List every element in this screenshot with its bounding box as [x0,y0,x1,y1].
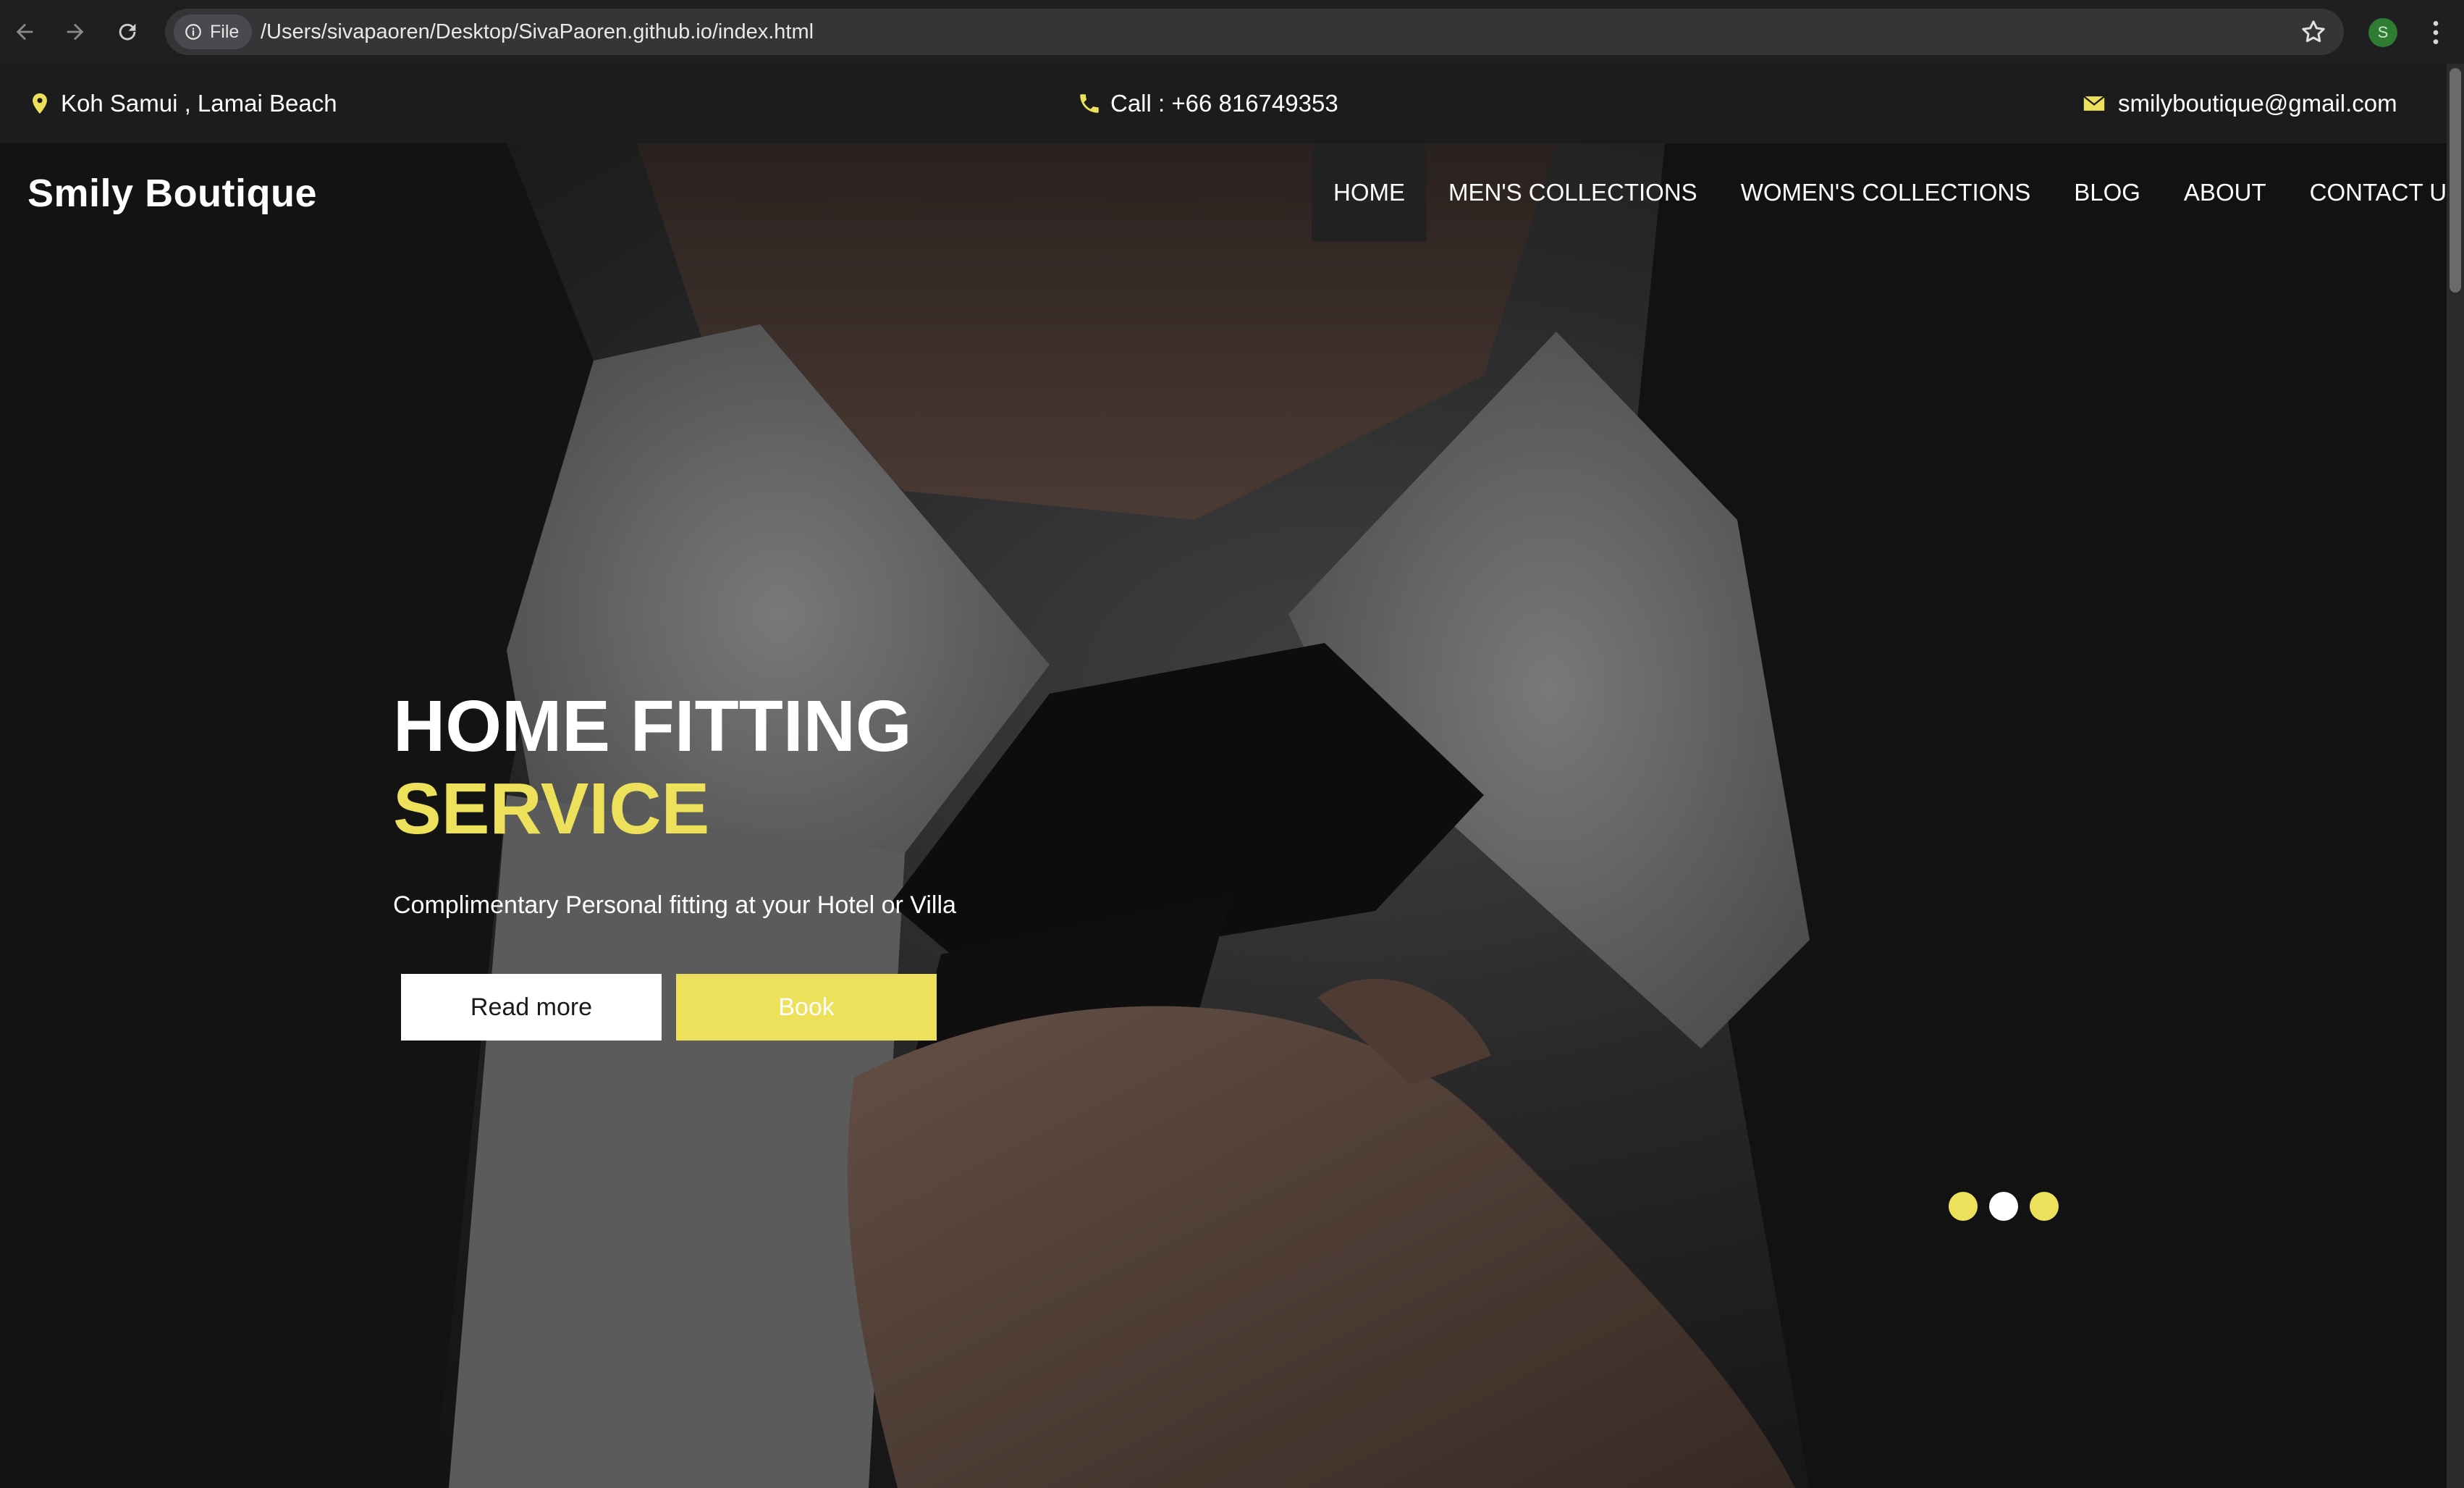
nav-blog[interactable]: BLOG [2052,143,2162,242]
hero-subtitle: Complimentary Personal fitting at your H… [393,891,956,919]
hero-title-highlight: SERVICE [393,768,710,849]
phone-info[interactable]: Call : +66 816749353 [1077,64,1338,143]
nav-home[interactable]: HOME [1312,143,1427,242]
contact-info-bar: Koh Samui , Lamai Beach Call : +66 81674… [0,64,2447,143]
forward-button[interactable] [59,16,91,48]
nav-contact-us[interactable]: CONTACT US [2288,143,2447,242]
scrollbar-thumb[interactable] [2450,68,2461,293]
info-icon [185,24,201,40]
map-pin-icon [33,93,47,114]
nav-about[interactable]: ABOUT [2162,143,2288,242]
reload-button[interactable] [111,16,143,48]
email-info[interactable]: smilyboutique@gmail.com [2079,64,2397,143]
star-icon [2302,20,2325,43]
slider-dot[interactable] [2030,1192,2059,1221]
file-chip-label: File [210,21,240,42]
slider-dots [1949,1192,2059,1221]
site-logo[interactable]: Smily Boutique [28,171,317,216]
slider-dot[interactable] [1949,1192,1978,1221]
reload-icon [119,23,136,41]
arrow-right-icon [67,23,84,41]
hero-slider: Smily Boutique HOME MEN'S COLLECTIONS WO… [0,143,2447,1488]
envelope-icon [2083,96,2105,111]
email-text: smilyboutique@gmail.com [2118,90,2397,117]
url-text[interactable]: /Users/sivapaoren/Desktop/SivaPaoren.git… [261,20,814,44]
site-info-chip[interactable]: File [174,14,252,49]
phone-text: Call : +66 816749353 [1110,90,1338,117]
nav-mens-collections[interactable]: MEN'S COLLECTIONS [1427,143,1719,242]
location-info: Koh Samui , Lamai Beach [28,64,337,143]
kebab-menu-icon [2433,21,2439,44]
browser-menu-button[interactable] [2425,17,2447,48]
hero-dim-overlay [0,143,2447,1488]
page-viewport: Koh Samui , Lamai Beach Call : +66 81674… [0,64,2464,1488]
arrow-left-icon [16,23,33,41]
hero-title: HOME FITTING [393,686,912,767]
read-more-button[interactable]: Read more [401,974,662,1041]
scrollbar[interactable] [2447,64,2464,1488]
main-navigation: HOME MEN'S COLLECTIONS WOMEN'S COLLECTIO… [1312,143,2447,242]
phone-icon [1080,94,1099,113]
browser-toolbar: File /Users/sivapaoren/Desktop/SivaPaore… [0,0,2464,64]
profile-avatar[interactable]: S [2368,18,2397,47]
bookmark-button[interactable] [2299,17,2328,46]
slider-dot[interactable] [1989,1192,2018,1221]
location-text: Koh Samui , Lamai Beach [61,90,337,117]
nav-womens-collections[interactable]: WOMEN'S COLLECTIONS [1719,143,2053,242]
back-button[interactable] [9,16,41,48]
address-bar[interactable]: File /Users/sivapaoren/Desktop/SivaPaore… [165,9,2344,55]
book-button[interactable]: Book [676,974,937,1041]
